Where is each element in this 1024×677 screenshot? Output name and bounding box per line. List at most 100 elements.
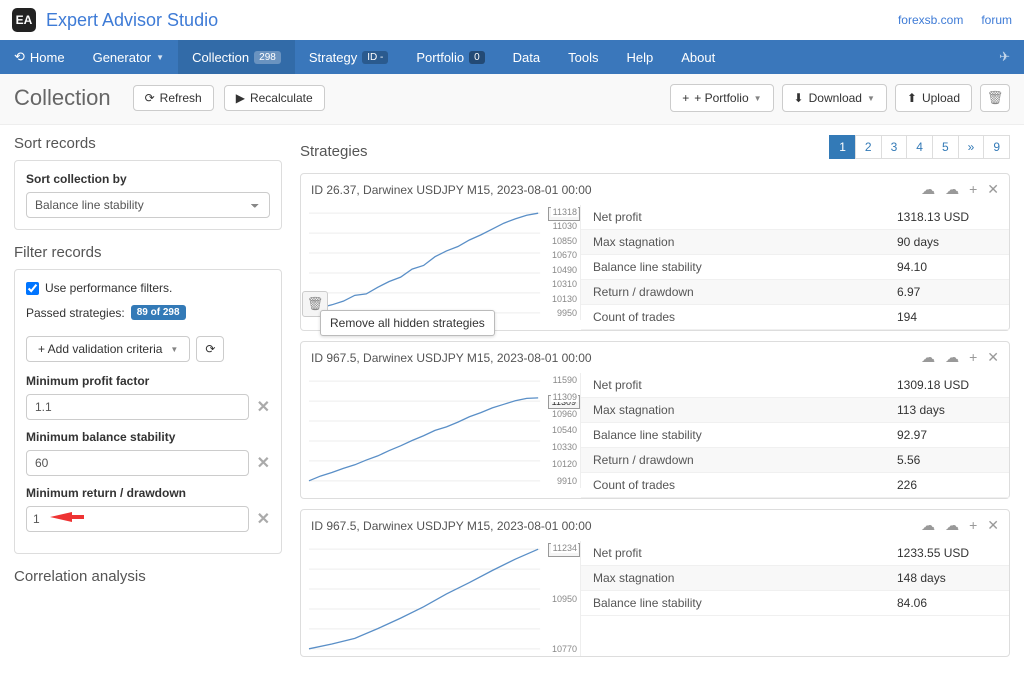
filter-section-title: Filter records	[14, 244, 282, 261]
stat-row: Count of trades226	[581, 473, 1009, 498]
filter2-input[interactable]	[26, 450, 249, 476]
plus-icon[interactable]: +	[969, 349, 977, 366]
strategy-card: ID 967.5, Darwinex USDJPY M15, 2023-08-0…	[300, 341, 1010, 499]
strategy-title: ID 26.37, Darwinex USDJPY M15, 2023-08-0…	[311, 183, 592, 197]
stat-row: Return / drawdown6.97	[581, 280, 1009, 305]
balance-chart: 11234 112341095010770	[301, 541, 581, 656]
chart-y-ticks: 112341095010770	[551, 543, 578, 654]
filter1-input[interactable]	[26, 394, 249, 420]
add-criteria-button[interactable]: + Add validation criteria▼	[26, 336, 190, 362]
page-4[interactable]: 4	[906, 135, 933, 159]
nav-strategy[interactable]: StrategyID -	[295, 40, 403, 74]
download-button[interactable]: ⬇Download▼	[782, 84, 887, 112]
app-brand: Expert Advisor Studio	[46, 10, 218, 31]
chart-y-ticks: 113181103010850106701049010310101309950	[551, 207, 578, 318]
refresh-icon: ⟳	[145, 91, 155, 105]
page-1[interactable]: 1	[829, 135, 856, 159]
link-forum[interactable]: forum	[981, 13, 1012, 27]
collection-count-badge: 298	[254, 51, 281, 64]
page-»[interactable]: »	[958, 135, 985, 159]
trash-icon: 🗑	[987, 90, 1004, 106]
cloud-upload-icon[interactable]: ☁	[945, 517, 959, 534]
stat-row: Max stagnation90 days	[581, 230, 1009, 255]
home-icon: ⟲	[14, 49, 25, 65]
stat-row: Balance line stability92.97	[581, 423, 1009, 448]
cloud-upload-icon[interactable]: ☁	[945, 349, 959, 366]
strategy-title: ID 967.5, Darwinex USDJPY M15, 2023-08-0…	[311, 519, 592, 533]
strategy-stats: Net profit1309.18 USDMax stagnation113 d…	[581, 373, 1009, 498]
stat-row: Max stagnation113 days	[581, 398, 1009, 423]
page-5[interactable]: 5	[932, 135, 959, 159]
passed-badge: 89 of 298	[131, 305, 186, 320]
send-icon[interactable]: ✈	[999, 49, 1024, 65]
sort-select[interactable]: Balance line stability	[26, 192, 270, 218]
recalculate-button[interactable]: ▶Recalculate	[224, 85, 325, 111]
plus-icon[interactable]: +	[969, 181, 977, 198]
stat-row: Net profit1309.18 USD	[581, 373, 1009, 398]
page-3[interactable]: 3	[881, 135, 908, 159]
stat-row: Balance line stability84.06	[581, 591, 1009, 616]
toolbar: Collection ⟳Refresh ▶Recalculate ++ Port…	[0, 74, 1024, 125]
nav-about[interactable]: About	[667, 40, 729, 74]
page-9[interactable]: 9	[983, 135, 1010, 159]
cloud-download-icon[interactable]: ☁	[921, 181, 935, 198]
page-2[interactable]: 2	[855, 135, 882, 159]
trash-button[interactable]: 🗑	[980, 84, 1010, 112]
nav-help[interactable]: Help	[612, 40, 667, 74]
chevron-down-icon: ▼	[754, 94, 762, 103]
filter3-remove[interactable]: ✕	[257, 509, 270, 529]
nav-portfolio[interactable]: Portfolio0	[402, 40, 498, 74]
page-title: Collection	[14, 85, 111, 111]
upload-button[interactable]: ⬆Upload	[895, 84, 972, 112]
strategy-stats: Net profit1233.55 USDMax stagnation148 d…	[581, 541, 1009, 656]
close-icon[interactable]: ✕	[987, 181, 999, 198]
plus-icon[interactable]: +	[969, 517, 977, 534]
stat-row: Balance line stability94.10	[581, 255, 1009, 280]
stat-row: Count of trades194	[581, 305, 1009, 330]
nav-home[interactable]: ⟲Home	[0, 40, 79, 74]
nav-tools[interactable]: Tools	[554, 40, 612, 74]
filter1-label: Minimum profit factor	[26, 374, 270, 388]
cloud-download-icon[interactable]: ☁	[921, 517, 935, 534]
strategy-id-badge: ID -	[362, 51, 388, 64]
sort-panel: Sort collection by Balance line stabilit…	[14, 160, 282, 230]
filter2-label: Minimum balance stability	[26, 430, 270, 444]
balance-chart: 11309 1159011309109601054010330101209910	[301, 373, 581, 488]
chart-y-ticks: 1159011309109601054010330101209910	[551, 375, 578, 486]
filter1-remove[interactable]: ✕	[257, 397, 270, 417]
strategy-card: ID 26.37, Darwinex USDJPY M15, 2023-08-0…	[300, 173, 1010, 331]
cloud-upload-icon[interactable]: ☁	[945, 181, 959, 198]
use-perf-label: Use performance filters.	[45, 281, 172, 295]
filter2-remove[interactable]: ✕	[257, 453, 270, 473]
main-nav: ⟲Home Generator▼ Collection298 StrategyI…	[0, 40, 1024, 74]
filter3-label: Minimum return / drawdown	[26, 486, 270, 500]
close-icon[interactable]: ✕	[987, 349, 999, 366]
use-perf-checkbox[interactable]	[26, 282, 39, 295]
chevron-down-icon: ▼	[156, 53, 164, 62]
cloud-download-icon[interactable]: ☁	[921, 349, 935, 366]
upload-icon: ⬆	[907, 91, 917, 105]
reload-criteria-button[interactable]: ⟳	[196, 336, 224, 362]
nav-collection[interactable]: Collection298	[178, 40, 295, 74]
sort-label: Sort collection by	[26, 172, 270, 186]
pagination: 12345»9	[830, 135, 1010, 159]
stat-row: Max stagnation148 days	[581, 566, 1009, 591]
portfolio-button[interactable]: ++ Portfolio▼	[670, 84, 773, 112]
app-logo: EA	[12, 8, 36, 32]
nav-data[interactable]: Data	[499, 40, 554, 74]
link-forexsb[interactable]: forexsb.com	[898, 13, 963, 27]
download-icon: ⬇	[794, 91, 804, 105]
filter-panel: Use performance filters. Passed strategi…	[14, 269, 282, 554]
reload-icon: ⟳	[205, 342, 215, 356]
correlation-section-title: Correlation analysis	[14, 568, 282, 585]
plus-icon: +	[682, 91, 689, 105]
chevron-down-icon: ▼	[170, 345, 178, 354]
nav-generator[interactable]: Generator▼	[79, 40, 178, 74]
strategy-stats: Net profit1318.13 USDMax stagnation90 da…	[581, 205, 1009, 330]
balance-chart: 11318 1131811030108501067010490103101013…	[301, 205, 581, 320]
strategy-card: ID 967.5, Darwinex USDJPY M15, 2023-08-0…	[300, 509, 1010, 657]
close-icon[interactable]: ✕	[987, 517, 999, 534]
refresh-button[interactable]: ⟳Refresh	[133, 85, 214, 111]
strategy-title: ID 967.5, Darwinex USDJPY M15, 2023-08-0…	[311, 351, 592, 365]
portfolio-count-badge: 0	[469, 51, 485, 64]
